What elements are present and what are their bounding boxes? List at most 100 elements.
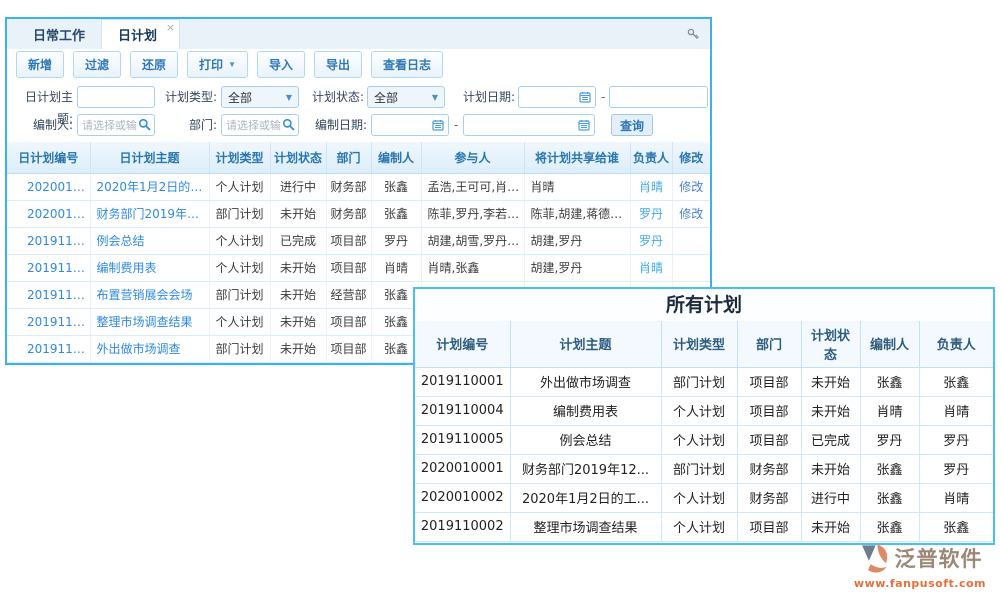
modify-cell[interactable] xyxy=(672,254,710,281)
column-header: 负责人 xyxy=(919,321,993,367)
subject-cell[interactable]: 整理市场调查结果 xyxy=(90,308,209,335)
cell: 个人计划 xyxy=(209,308,270,335)
owner-cell[interactable]: 肖晴 xyxy=(630,254,672,281)
cell: 财务部门2019年12... xyxy=(510,454,661,483)
subject-cell[interactable]: 例会总结 xyxy=(90,227,209,254)
id-cell[interactable]: 2020010001 xyxy=(7,200,90,227)
all-plans-window: 所有计划 计划编号计划主题计划类型部门计划状态编制人负责人 2019110001… xyxy=(413,287,995,545)
cell: 个人计划 xyxy=(209,227,270,254)
cell: 项目部 xyxy=(737,367,801,396)
cell: 张鑫 xyxy=(860,454,919,483)
cell: 2019110001 xyxy=(415,367,510,396)
table-row[interactable]: 2020010001财务部门2019年12月的...部门计划未开始财务部张鑫陈菲… xyxy=(7,200,710,227)
cell: 未开始 xyxy=(270,200,326,227)
subject-cell[interactable]: 财务部门2019年12月的... xyxy=(90,200,209,227)
table-row[interactable]: 20200100022020年1月2日的工...个人计划财务部进行中张鑫肖晴 xyxy=(415,483,993,512)
export-button[interactable]: 导出 xyxy=(314,51,362,78)
view-log-button[interactable]: 查看日志 xyxy=(371,51,443,78)
table-row[interactable]: 2019110004编制费用表个人计划项目部未开始肖晴肖晴 xyxy=(415,396,993,425)
cell: 2020年1月2日的工... xyxy=(510,483,661,512)
owner-cell[interactable]: 罗丹 xyxy=(630,227,672,254)
tab-daily-work[interactable]: 日常工作 xyxy=(17,19,101,49)
fanpu-logo-icon xyxy=(857,542,891,576)
status-select[interactable]: 全部 ▼ xyxy=(367,86,445,108)
table-row[interactable]: 2019110001外出做市场调查部门计划项目部未开始张鑫张鑫 xyxy=(415,367,993,396)
cell: 项目部 xyxy=(326,227,371,254)
plan-date-from-input[interactable] xyxy=(518,86,596,108)
id-cell[interactable]: 2019110001 xyxy=(7,335,90,362)
part-cell: 孟浩,王可可,肖晴,张鑫 xyxy=(421,173,524,200)
column-header: 编制人 xyxy=(371,142,421,173)
table-row[interactable]: 2019110005例会总结个人计划已完成项目部罗丹胡建,胡雪,罗丹,任晓...… xyxy=(7,227,710,254)
chevron-down-icon: ▼ xyxy=(286,93,292,102)
share-cell: 肖晴 xyxy=(524,173,630,200)
subject-cell[interactable]: 布置营销展会会场 xyxy=(90,281,209,308)
cell: 部门计划 xyxy=(661,367,737,396)
close-icon[interactable]: × xyxy=(166,21,175,34)
part-cell: 陈菲,罗丹,李若若,罗... xyxy=(421,200,524,227)
cell: 已完成 xyxy=(270,227,326,254)
compile-date-from-input[interactable] xyxy=(371,114,449,136)
column-header: 计划状态 xyxy=(270,142,326,173)
table-row[interactable]: 2020010001财务部门2019年12...部门计划财务部未开始张鑫罗丹 xyxy=(415,454,993,483)
filter-button[interactable]: 过滤 xyxy=(73,51,121,78)
owner-cell[interactable]: 肖晴 xyxy=(630,173,672,200)
modify-cell[interactable]: 修改 xyxy=(672,200,710,227)
restore-button[interactable]: 还原 xyxy=(130,51,178,78)
column-header: 部门 xyxy=(326,142,371,173)
column-header: 日计划主题 xyxy=(90,142,209,173)
import-button[interactable]: 导入 xyxy=(257,51,305,78)
cell: 编制费用表 xyxy=(510,396,661,425)
add-button[interactable]: 新增 xyxy=(16,51,64,78)
compiler-input[interactable] xyxy=(77,114,155,136)
cell: 经营部 xyxy=(326,281,371,308)
cell: 未开始 xyxy=(270,308,326,335)
modify-cell[interactable]: 修改 xyxy=(672,173,710,200)
key-icon[interactable] xyxy=(686,27,700,41)
column-header: 计划编号 xyxy=(415,321,510,367)
print-dropdown-button[interactable]: 打印 ▼ xyxy=(187,51,248,78)
cell: 财务部 xyxy=(326,200,371,227)
chevron-down-icon: ▼ xyxy=(432,93,438,102)
cell: 2019110005 xyxy=(415,425,510,454)
cell: 肖晴 xyxy=(371,254,421,281)
subject-cell[interactable]: 外出做市场调查 xyxy=(90,335,209,362)
id-cell[interactable]: 2019110003 xyxy=(7,281,90,308)
type-label: 计划类型: xyxy=(163,86,217,108)
table-row[interactable]: 2019110004编制费用表个人计划未开始项目部肖晴肖晴,张鑫胡建,罗丹肖晴 xyxy=(7,254,710,281)
subject-cell[interactable]: 编制费用表 xyxy=(90,254,209,281)
cell: 罗丹 xyxy=(371,227,421,254)
cell: 罗丹 xyxy=(919,454,993,483)
id-cell[interactable]: 2020010002 xyxy=(7,173,90,200)
table-header: 日计划编号日计划主题计划类型计划状态部门编制人参与人将计划共享给谁负责人修改 xyxy=(7,142,710,173)
type-select[interactable]: 全部 ▼ xyxy=(221,86,299,108)
column-header: 编制人 xyxy=(860,321,919,367)
date-range-separator: - xyxy=(454,114,458,136)
subject-cell[interactable]: 2020年1月2日的工作日... xyxy=(90,173,209,200)
table-row[interactable]: 2019110002整理市场调查结果个人计划项目部未开始张鑫张鑫 xyxy=(415,512,993,541)
subject-input[interactable] xyxy=(77,86,155,108)
cell: 财务部 xyxy=(737,454,801,483)
owner-cell[interactable]: 罗丹 xyxy=(630,200,672,227)
id-cell[interactable]: 2019110002 xyxy=(7,308,90,335)
compile-date-to-input[interactable] xyxy=(463,114,595,136)
tab-daily-plan[interactable]: 日计划 × xyxy=(101,19,180,49)
id-cell[interactable]: 2019110005 xyxy=(7,227,90,254)
calendar-icon xyxy=(432,119,444,131)
table-row[interactable]: 20200100022020年1月2日的工作日...个人计划进行中财务部张鑫孟浩… xyxy=(7,173,710,200)
cell: 未开始 xyxy=(801,512,860,541)
modify-cell[interactable] xyxy=(672,227,710,254)
plan-date-to-input[interactable] xyxy=(609,86,708,108)
table-row[interactable]: 2019110005例会总结个人计划项目部已完成罗丹罗丹 xyxy=(415,425,993,454)
dept-input[interactable] xyxy=(221,114,299,136)
cell: 部门计划 xyxy=(209,281,270,308)
cell: 未开始 xyxy=(801,367,860,396)
cell: 2020010002 xyxy=(415,483,510,512)
id-cell[interactable]: 2019110004 xyxy=(7,254,90,281)
cell: 财务部 xyxy=(737,483,801,512)
query-button[interactable]: 查询 xyxy=(611,114,653,136)
all-plans-title: 所有计划 xyxy=(415,289,993,321)
status-label: 计划状态: xyxy=(310,86,364,108)
cell: 罗丹 xyxy=(860,425,919,454)
share-cell: 陈菲,胡建,蒋德帆,... xyxy=(524,200,630,227)
